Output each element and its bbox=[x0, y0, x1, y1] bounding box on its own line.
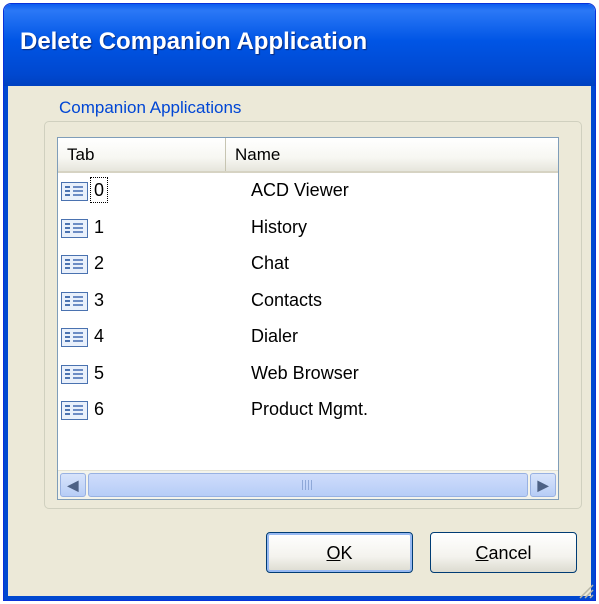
list-item[interactable]: 6 Product Mgmt. bbox=[58, 392, 558, 429]
list-header: Tab Name bbox=[58, 138, 558, 173]
row-name-value: Product Mgmt. bbox=[251, 399, 369, 419]
scrollbar-thumb[interactable] bbox=[88, 473, 528, 497]
ok-button[interactable]: OK bbox=[266, 532, 413, 573]
row-tab-value: 6 bbox=[94, 399, 105, 419]
row-tab-value: 0 bbox=[89, 177, 109, 203]
row-tab-value: 5 bbox=[94, 362, 105, 383]
cancel-label-rest: ancel bbox=[488, 543, 532, 563]
cancel-button[interactable]: Cancel bbox=[430, 532, 577, 573]
list-item[interactable]: 4 Dialer bbox=[58, 319, 558, 356]
groupbox-label: Companion Applications bbox=[55, 98, 246, 118]
ok-mnemonic: O bbox=[326, 543, 341, 563]
row-name-value: Chat bbox=[251, 253, 290, 273]
list-item[interactable]: 2 Chat bbox=[58, 246, 558, 283]
scroll-left-button[interactable]: ◀ bbox=[60, 473, 86, 497]
window-frame-right bbox=[591, 86, 595, 600]
application-icon bbox=[61, 291, 88, 311]
list-rows: 0 ACD Viewer 1 History 2 Chat 3 Contacts… bbox=[58, 173, 558, 429]
row-tab-value: 4 bbox=[94, 326, 105, 346]
list-item[interactable]: 1 History bbox=[58, 210, 558, 247]
row-tab-value: 2 bbox=[94, 253, 105, 273]
window-frame-left bbox=[4, 86, 8, 600]
application-icon bbox=[61, 328, 88, 347]
row-name-value: Contacts bbox=[251, 289, 323, 310]
row-tab-value: 1 bbox=[94, 216, 105, 237]
dialog-title: Delete Companion Application bbox=[20, 28, 368, 55]
ok-label-rest: K bbox=[340, 543, 353, 563]
title-bar[interactable]: Delete Companion Application bbox=[4, 4, 595, 86]
application-icon bbox=[61, 255, 88, 274]
application-icon bbox=[61, 218, 88, 238]
column-header-name[interactable]: Name bbox=[226, 138, 558, 171]
list-item[interactable]: 3 Contacts bbox=[58, 283, 558, 320]
column-header-tab[interactable]: Tab bbox=[58, 138, 226, 171]
chevron-right-icon: ▶ bbox=[537, 477, 549, 493]
row-name-value: ACD Viewer bbox=[251, 180, 349, 200]
chevron-left-icon: ◀ bbox=[67, 477, 79, 493]
row-name-value: History bbox=[251, 216, 308, 237]
application-icon bbox=[61, 364, 88, 384]
grip-icon bbox=[302, 480, 314, 490]
row-name-value: Web Browser bbox=[251, 362, 359, 383]
resize-grip-icon[interactable] bbox=[576, 581, 594, 599]
cancel-mnemonic: C bbox=[475, 543, 489, 563]
row-name-value: Dialer bbox=[251, 326, 299, 346]
scroll-right-button[interactable]: ▶ bbox=[530, 473, 556, 497]
window-frame-bottom bbox=[4, 596, 595, 600]
row-tab-value: 3 bbox=[94, 289, 105, 310]
application-icon bbox=[61, 401, 88, 420]
list-item[interactable]: 5 Web Browser bbox=[58, 356, 558, 393]
list-item[interactable]: 0 ACD Viewer bbox=[58, 173, 558, 210]
application-icon bbox=[61, 182, 88, 201]
companion-applications-list[interactable]: Tab Name 0 ACD Viewer 1 History 2 Chat 3… bbox=[57, 137, 559, 500]
horizontal-scrollbar[interactable]: ◀ ▶ bbox=[58, 470, 558, 499]
